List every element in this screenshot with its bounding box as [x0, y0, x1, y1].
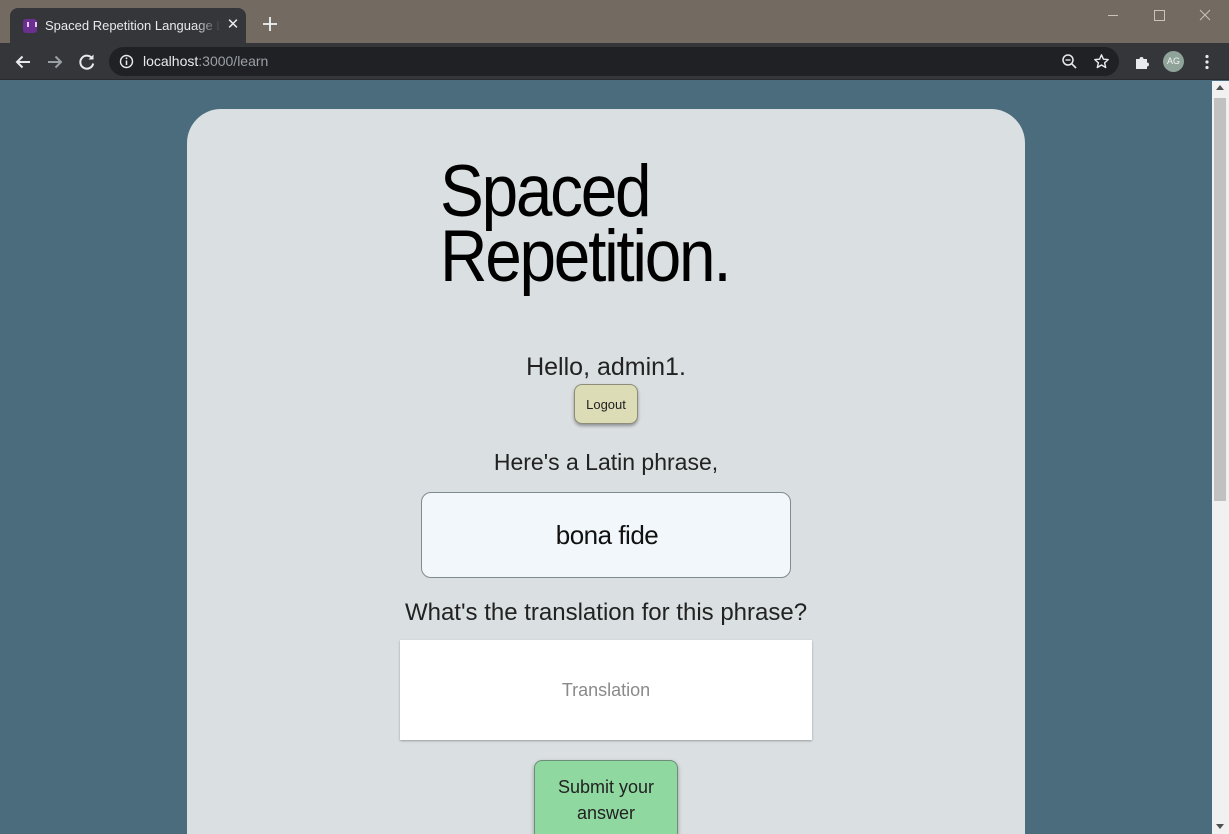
back-icon[interactable] — [13, 52, 33, 72]
scroll-up-arrow-icon[interactable] — [1216, 85, 1224, 90]
browser-titlebar: Spaced Repetition Language Learning ✕ — [0, 0, 1229, 43]
logo-line-1: Spaced — [440, 151, 652, 232]
address-bar[interactable]: localhost:3000/learn — [109, 47, 1119, 76]
translation-input[interactable] — [400, 640, 812, 740]
tab-close-icon[interactable]: ✕ — [225, 17, 241, 33]
submit-answer-button[interactable]: Submit your answer — [534, 760, 678, 834]
user-greeting: Hello, admin1. — [526, 353, 686, 381]
new-tab-icon[interactable] — [260, 14, 280, 34]
phrase-card: bona fide — [421, 492, 791, 578]
phrase-prompt: Here's a Latin phrase, — [493, 449, 719, 475]
latin-phrase: bona fide — [555, 520, 659, 550]
minimize-icon[interactable] — [1102, 5, 1124, 25]
forward-icon[interactable] — [45, 52, 65, 72]
extensions-icon[interactable] — [1132, 52, 1152, 72]
logout-button[interactable]: Logout — [574, 384, 638, 424]
page-scrollbar[interactable] — [1212, 81, 1229, 834]
maximize-icon[interactable] — [1148, 5, 1170, 25]
tab-favicon-icon — [23, 19, 37, 33]
browser-toolbar: localhost:3000/learn AG — [0, 43, 1229, 80]
url-path: :3000/learn — [198, 53, 269, 69]
zoom-icon[interactable] — [1061, 53, 1078, 70]
page-viewport: Spaced Repetition. Hello, admin1. Logout… — [0, 81, 1212, 834]
scrollbar-thumb[interactable] — [1214, 98, 1226, 501]
scroll-down-arrow-icon[interactable] — [1216, 824, 1224, 829]
url-host: localhost — [143, 53, 199, 69]
translation-question: What's the translation for this phrase? — [404, 599, 808, 626]
window-close-icon[interactable] — [1194, 5, 1216, 25]
menu-icon[interactable] — [1197, 52, 1217, 72]
app-logo[interactable]: Spaced Repetition. — [440, 151, 732, 297]
learn-card: Spaced Repetition. Hello, admin1. Logout… — [187, 109, 1025, 834]
reload-icon[interactable] — [77, 52, 97, 72]
profile-avatar[interactable]: AG — [1163, 51, 1184, 72]
logo-line-2: Repetition. — [440, 216, 732, 297]
browser-tab[interactable]: Spaced Repetition Language Learning ✕ — [10, 8, 246, 43]
tab-title: Spaced Repetition Language Learning — [45, 18, 221, 33]
info-icon[interactable] — [119, 54, 134, 69]
bookmark-star-icon[interactable] — [1093, 53, 1110, 70]
url-text: localhost:3000/learn — [143, 53, 268, 70]
